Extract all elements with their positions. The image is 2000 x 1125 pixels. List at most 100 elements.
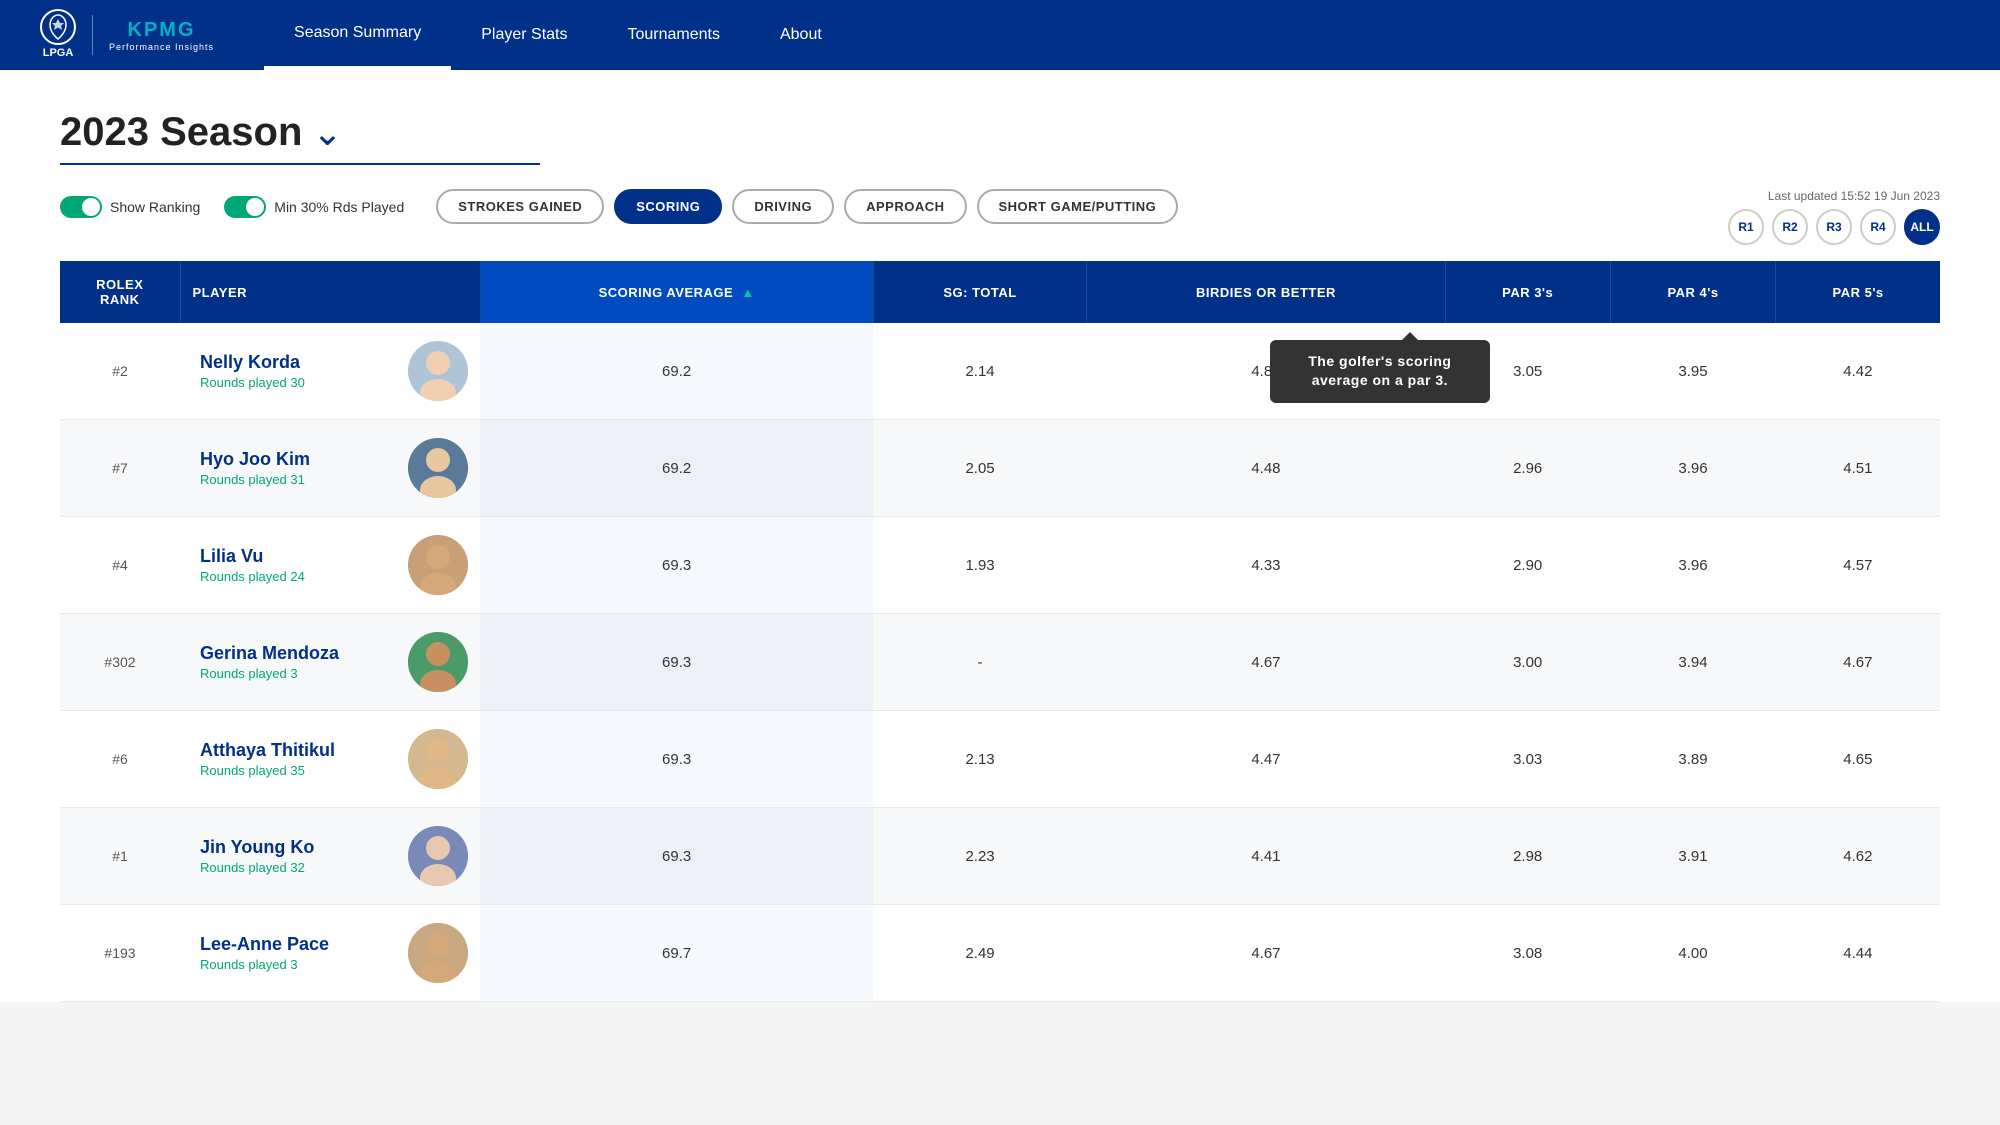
- cell-player: Atthaya Thitikul Rounds played 35: [180, 711, 480, 808]
- stats-table-wrapper: ROLEXRANK PLAYER SCORING AVERAGE ▲ SG: T…: [60, 261, 1940, 1002]
- cell-scoring-avg: 69.2: [480, 323, 873, 420]
- player-name[interactable]: Gerina Mendoza: [200, 643, 408, 664]
- chevron-down-icon[interactable]: ⌄: [312, 112, 342, 154]
- player-rounds: Rounds played 3: [200, 666, 408, 681]
- table-body: #2 Nelly Korda Rounds played 30: [60, 323, 1940, 1002]
- cell-par4: 3.95: [1610, 323, 1775, 420]
- player-info: Gerina Mendoza Rounds played 3: [200, 643, 408, 681]
- filter-buttons: STROKES GAINED SCORING DRIVING APPROACH …: [436, 189, 1728, 224]
- controls-row: Show Ranking Min 30% Rds Played STROKES …: [60, 189, 1728, 224]
- season-selector[interactable]: 2023 Season ⌄: [60, 110, 540, 165]
- player-info: Nelly Korda Rounds played 30: [200, 352, 408, 390]
- cell-birdies: 4.48: [1087, 420, 1445, 517]
- table-row: #302 Gerina Mendoza Rounds played 3: [60, 614, 1940, 711]
- cell-birdies: 4.80: [1087, 323, 1445, 420]
- cell-scoring-avg: 69.3: [480, 517, 873, 614]
- round-r1-button[interactable]: R1: [1728, 209, 1764, 245]
- show-ranking-switch[interactable]: [60, 196, 102, 218]
- nav-tournaments[interactable]: Tournaments: [597, 0, 750, 70]
- cell-par4: 3.96: [1610, 517, 1775, 614]
- lpga-icon: [40, 9, 76, 45]
- filter-driving[interactable]: DRIVING: [732, 189, 834, 224]
- cell-scoring-avg: 69.3: [480, 614, 873, 711]
- min-rounds-toggle[interactable]: Min 30% Rds Played: [224, 196, 404, 218]
- round-r4-button[interactable]: R4: [1860, 209, 1896, 245]
- kpmg-text: KPMG: [128, 19, 196, 42]
- player-info: Lilia Vu Rounds played 24: [200, 546, 408, 584]
- round-r2-button[interactable]: R2: [1772, 209, 1808, 245]
- lpga-logo: LPGA: [40, 9, 76, 60]
- table-row: #1 Jin Young Ko Rounds played 32: [60, 808, 1940, 905]
- player-info: Atthaya Thitikul Rounds played 35: [200, 740, 408, 778]
- cell-rank: #7: [60, 420, 180, 517]
- col-player: PLAYER: [180, 261, 480, 323]
- player-name[interactable]: Lee-Anne Pace: [200, 934, 408, 955]
- col-par5: PAR 5's: [1776, 261, 1940, 323]
- player-name[interactable]: Hyo Joo Kim: [200, 449, 408, 470]
- cell-sg-total: 1.93: [873, 517, 1087, 614]
- table-row: #6 Atthaya Thitikul Rounds played 35: [60, 711, 1940, 808]
- avatar: [408, 438, 468, 498]
- kpmg-sub: Performance Insights: [109, 42, 214, 52]
- cell-sg-total: -: [873, 614, 1087, 711]
- cell-birdies: 4.67: [1087, 905, 1445, 1002]
- player-info: Lee-Anne Pace Rounds played 3: [200, 934, 408, 972]
- player-name[interactable]: Jin Young Ko: [200, 837, 408, 858]
- nav-player-stats[interactable]: Player Stats: [451, 0, 597, 70]
- cell-rank: #1: [60, 808, 180, 905]
- filter-strokes-gained[interactable]: STROKES GAINED: [436, 189, 604, 224]
- show-ranking-toggle[interactable]: Show Ranking: [60, 196, 200, 218]
- logos: LPGA KPMG Performance Insights: [40, 9, 214, 60]
- avatar: [408, 729, 468, 789]
- kpmg-logo: KPMG Performance Insights: [109, 19, 214, 52]
- stats-table: ROLEXRANK PLAYER SCORING AVERAGE ▲ SG: T…: [60, 261, 1940, 1002]
- cell-par3: 2.90: [1445, 517, 1610, 614]
- cell-par4: 4.00: [1610, 905, 1775, 1002]
- cell-par5: 4.57: [1776, 517, 1940, 614]
- cell-rank: #302: [60, 614, 180, 711]
- filter-approach[interactable]: APPROACH: [844, 189, 966, 224]
- cell-scoring-avg: 69.3: [480, 808, 873, 905]
- player-name[interactable]: Nelly Korda: [200, 352, 408, 373]
- col-par4: PAR 4's: [1610, 261, 1775, 323]
- cell-par4: 3.89: [1610, 711, 1775, 808]
- avatar: [408, 341, 468, 401]
- round-r3-button[interactable]: R3: [1816, 209, 1852, 245]
- col-scoring-avg[interactable]: SCORING AVERAGE ▲: [480, 261, 873, 323]
- cell-par3: 3.00: [1445, 614, 1610, 711]
- avatar: [408, 923, 468, 983]
- cell-scoring-avg: 69.2: [480, 420, 873, 517]
- nav-season-summary[interactable]: Season Summary: [264, 0, 451, 70]
- filter-short-game[interactable]: SHORT GAME/PUTTING: [977, 189, 1179, 224]
- filter-scoring[interactable]: SCORING: [614, 189, 722, 224]
- cell-par5: 4.65: [1776, 711, 1940, 808]
- toggle-group: Show Ranking Min 30% Rds Played: [60, 196, 404, 218]
- cell-par5: 4.51: [1776, 420, 1940, 517]
- cell-player: Nelly Korda Rounds played 30: [180, 323, 480, 420]
- cell-scoring-avg: 69.3: [480, 711, 873, 808]
- player-name[interactable]: Lilia Vu: [200, 546, 408, 567]
- col-par3[interactable]: PAR 3's The golfer's scoring average on …: [1445, 261, 1610, 323]
- cell-sg-total: 2.49: [873, 905, 1087, 1002]
- cell-par3: 3.08: [1445, 905, 1610, 1002]
- player-rounds: Rounds played 24: [200, 569, 408, 584]
- cell-sg-total: 2.05: [873, 420, 1087, 517]
- avatar: [408, 632, 468, 692]
- show-ranking-label: Show Ranking: [110, 199, 200, 215]
- player-info: Jin Young Ko Rounds played 32: [200, 837, 408, 875]
- cell-rank: #6: [60, 711, 180, 808]
- cell-scoring-avg: 69.7: [480, 905, 873, 1002]
- cell-sg-total: 2.13: [873, 711, 1087, 808]
- player-rounds: Rounds played 30: [200, 375, 408, 390]
- sort-arrow: ▲: [741, 285, 754, 300]
- nav-about[interactable]: About: [750, 0, 852, 70]
- season-title: 2023 Season: [60, 110, 302, 155]
- min-rounds-switch[interactable]: [224, 196, 266, 218]
- cell-rank: #193: [60, 905, 180, 1002]
- cell-sg-total: 2.14: [873, 323, 1087, 420]
- player-name[interactable]: Atthaya Thitikul: [200, 740, 408, 761]
- player-rounds: Rounds played 32: [200, 860, 408, 875]
- cell-par4: 3.96: [1610, 420, 1775, 517]
- main-nav: Season Summary Player Stats Tournaments …: [264, 0, 852, 70]
- round-all-button[interactable]: ALL: [1904, 209, 1940, 245]
